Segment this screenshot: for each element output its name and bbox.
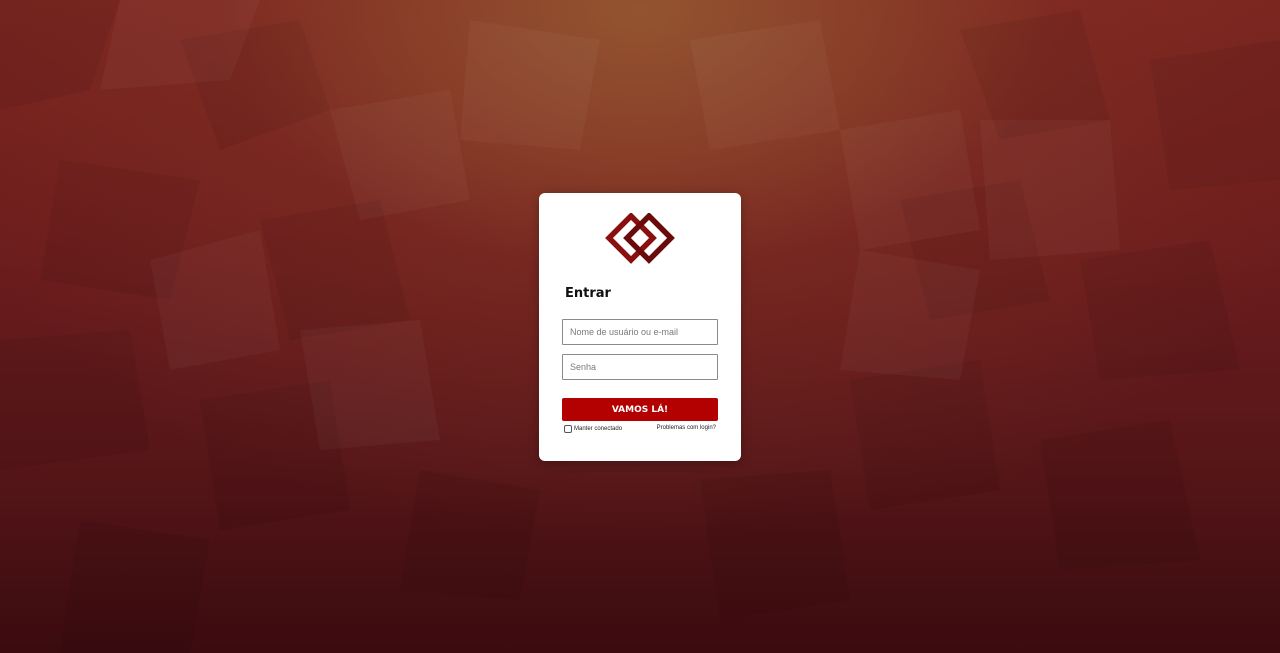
password-input[interactable] <box>562 354 718 380</box>
username-input[interactable] <box>562 319 718 345</box>
remember-checkbox[interactable] <box>564 424 572 433</box>
login-card: Entrar VAMOS LÁ! Manter conectado Proble… <box>539 193 741 461</box>
remember-label: Manter conectado <box>574 425 623 432</box>
trouble-login-link[interactable]: Problemas com login? <box>657 424 716 432</box>
login-button[interactable]: VAMOS LÁ! <box>562 398 718 421</box>
page-title: Entrar <box>565 286 611 301</box>
interlocked-diamonds-logo-icon <box>605 213 675 264</box>
remember-me[interactable]: Manter conectado <box>564 424 622 433</box>
